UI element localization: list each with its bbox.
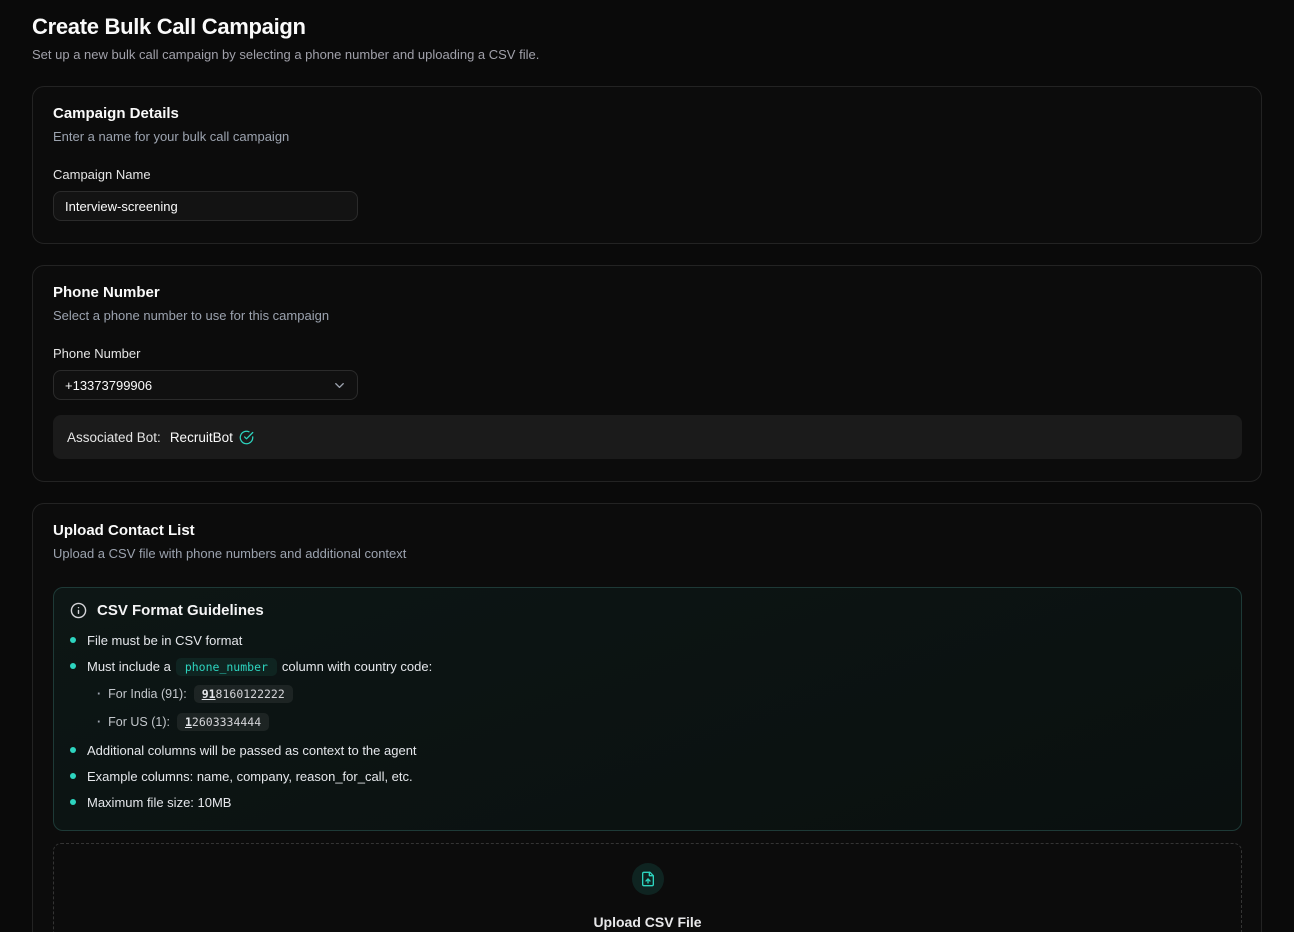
guideline-text: Example columns: name, company, reason_f… — [87, 769, 413, 784]
india-example-label: For India (91): — [108, 687, 187, 701]
guideline-text: File must be in CSV format — [87, 633, 242, 648]
csv-guidelines-header: CSV Format Guidelines — [70, 602, 1225, 619]
csv-guidelines-title: CSV Format Guidelines — [97, 602, 264, 619]
us-example: For US (1): 12603334444 — [97, 713, 1225, 731]
phone-number-label: Phone Number — [53, 346, 1241, 361]
info-icon — [70, 602, 87, 619]
bullet-dot-icon — [70, 637, 76, 643]
us-example-label: For US (1): — [108, 715, 170, 729]
phone-number-card: Phone Number Select a phone number to us… — [32, 265, 1262, 482]
india-example-number: 918160122222 — [194, 685, 293, 703]
upload-icon-circle — [632, 863, 664, 895]
associated-bot-value: RecruitBot — [170, 430, 233, 445]
page-title: Create Bulk Call Campaign — [32, 14, 1262, 40]
csv-dropzone[interactable]: Upload CSV File Drag and drop or click t… — [53, 843, 1242, 932]
country-code-examples: For India (91): 918160122222 For US (1):… — [97, 685, 1225, 731]
file-upload-icon — [640, 871, 656, 887]
associated-bot-bar: Associated Bot: RecruitBot — [53, 415, 1242, 459]
chevron-down-icon — [332, 378, 347, 393]
bulk-call-campaign-page: Create Bulk Call Campaign Set up a new b… — [0, 0, 1294, 932]
guideline-text: Maximum file size: 10MB — [87, 795, 231, 810]
page-subtitle: Set up a new bulk call campaign by selec… — [32, 47, 1262, 62]
guideline-text: Must include aphone_numbercolumn with co… — [87, 659, 432, 674]
campaign-name-input[interactable] — [53, 191, 358, 221]
dropzone-title: Upload CSV File — [593, 914, 701, 930]
guideline-item: Additional columns will be passed as con… — [70, 743, 1225, 758]
campaign-name-label: Campaign Name — [53, 167, 1241, 182]
phone-number-code-chip: phone_number — [176, 658, 277, 676]
guideline-item: Example columns: name, company, reason_f… — [70, 769, 1225, 784]
guideline-item: File must be in CSV format — [70, 633, 1225, 648]
phone-number-title: Phone Number — [53, 284, 1241, 301]
phone-number-select[interactable]: +13373799906 — [53, 370, 358, 400]
us-example-number: 12603334444 — [177, 713, 269, 731]
associated-bot-label: Associated Bot: — [67, 430, 161, 445]
phone-number-selected-value: +13373799906 — [65, 378, 152, 393]
csv-guidelines-list: File must be in CSV format Must include … — [70, 633, 1225, 810]
upload-title: Upload Contact List — [53, 522, 1241, 539]
bullet-dot-icon — [70, 799, 76, 805]
bullet-dot-icon — [70, 663, 76, 669]
campaign-details-card: Campaign Details Enter a name for your b… — [32, 86, 1262, 244]
guideline-item: Maximum file size: 10MB — [70, 795, 1225, 810]
guideline-item: Must include aphone_numbercolumn with co… — [70, 659, 1225, 674]
check-circle-icon — [239, 430, 254, 445]
phone-number-subtitle: Select a phone number to use for this ca… — [53, 308, 1241, 323]
campaign-details-title: Campaign Details — [53, 105, 1241, 122]
india-example: For India (91): 918160122222 — [97, 685, 1225, 703]
campaign-details-subtitle: Enter a name for your bulk call campaign — [53, 129, 1241, 144]
bullet-dot-icon — [70, 747, 76, 753]
guideline-text: Additional columns will be passed as con… — [87, 743, 417, 758]
bullet-dot-icon — [70, 773, 76, 779]
upload-contact-list-card: Upload Contact List Upload a CSV file wi… — [32, 503, 1262, 932]
csv-guidelines-panel: CSV Format Guidelines File must be in CS… — [53, 587, 1242, 831]
upload-subtitle: Upload a CSV file with phone numbers and… — [53, 546, 1241, 561]
